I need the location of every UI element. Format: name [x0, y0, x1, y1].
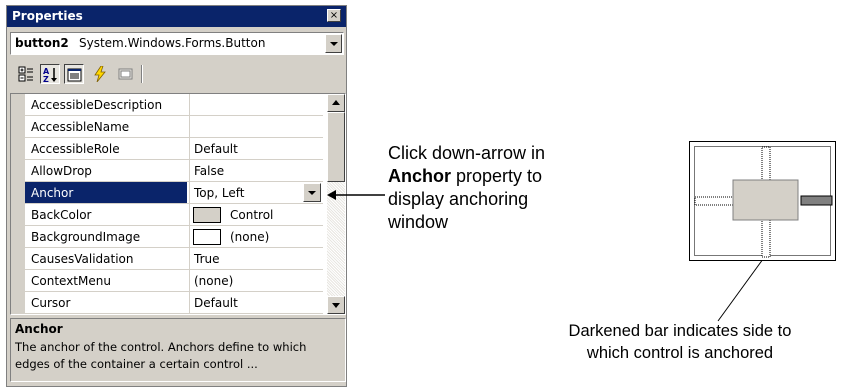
anchor-top-bar [761, 146, 771, 182]
callout2-line-1: Darkened bar indicates side to [568, 322, 792, 340]
callout-line-1: Click down-arrow in [388, 143, 546, 163]
callout-darkened-bar: Darkened bar indicates side to which con… [520, 320, 840, 364]
callout-arrowhead [327, 190, 336, 200]
callout-line-3: display anchoring [388, 189, 529, 209]
anchor-center-control [732, 179, 799, 221]
anchor-bottom-bar [761, 219, 771, 258]
callout-anchor-dropdown: Click down-arrow in Anchor property to d… [388, 142, 545, 234]
callout2-line-2: which control is anchored [586, 344, 774, 362]
anchor-diagram [694, 146, 833, 258]
callout-line-4: window [388, 212, 449, 232]
callout-line-2-rest: property to [451, 166, 543, 186]
callout-line-2: Anchor property to [388, 165, 545, 188]
anchoring-window [689, 141, 836, 261]
callout-bold-anchor: Anchor [388, 166, 451, 186]
anchor-right-bar-active [800, 195, 833, 206]
anchor-left-bar [694, 196, 734, 206]
